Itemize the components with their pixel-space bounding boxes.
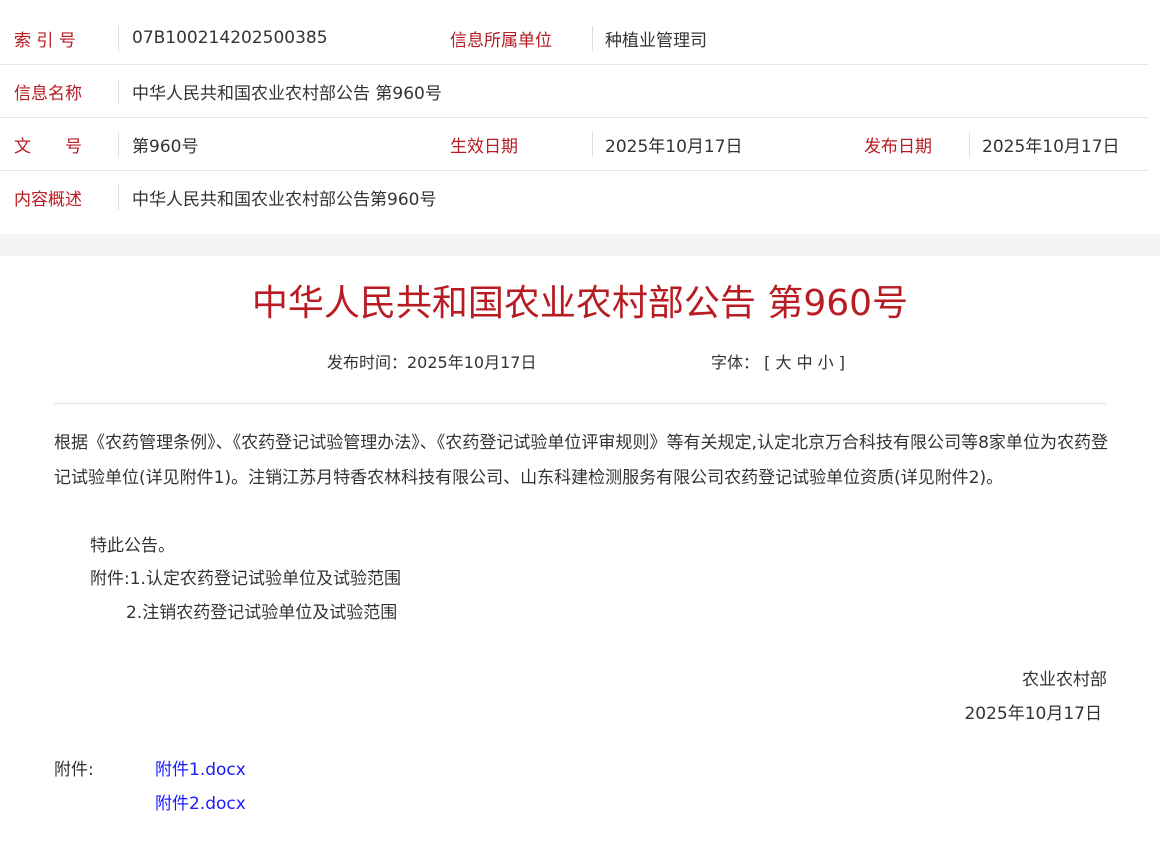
section-separator [0, 234, 1160, 256]
font-small-button[interactable]: 小 [818, 353, 834, 372]
divider [592, 132, 593, 157]
name-value: 中华人民共和国农业农村部公告 第960号 [132, 83, 442, 104]
signature-date: 2025年10月17日 [964, 704, 1102, 724]
content-divider [54, 403, 1106, 404]
index-label: 索 引 号 [14, 30, 76, 51]
divider [118, 185, 119, 210]
divider [592, 26, 593, 51]
special-notice: 特此公告。 [90, 536, 175, 556]
summary-label: 内容概述 [14, 189, 82, 210]
effective-value: 2025年10月17日 [605, 136, 743, 157]
attachment-list-line-1: 附件:1.认定农药登记试验单位及试验范围 [90, 569, 401, 589]
metadata-table: 索 引 号 07B100214202500385 信息所属单位 种植业管理司 信… [0, 0, 1160, 234]
announcement-paragraph: 根据《农药管理条例》、《农药登记试验管理办法》、《农药登记试验单位评审规则》等有… [54, 433, 1108, 488]
unit-label: 信息所属单位 [450, 30, 552, 51]
meta-row-name: 信息名称 中华人民共和国农业农村部公告 第960号 [0, 65, 1148, 118]
unit-value: 种植业管理司 [605, 30, 707, 51]
bracket-open: [ [764, 353, 771, 372]
index-value: 07B100214202500385 [132, 28, 328, 48]
publish-time: 发布时间：2025年10月17日 [327, 353, 537, 372]
publish-value: 2025年10月17日 [982, 136, 1120, 157]
meta-row-summary: 内容概述 中华人民共和国农业农村部公告第960号 [0, 171, 1148, 223]
docno-value: 第960号 [132, 136, 199, 157]
divider [969, 132, 970, 157]
attachment-list-line-2: 2.注销农药登记试验单位及试验范围 [126, 603, 398, 623]
effective-label: 生效日期 [450, 136, 518, 157]
divider [118, 26, 119, 51]
font-medium-button[interactable]: 中 [797, 353, 813, 372]
attachment-link-1[interactable]: 附件1.docx [155, 755, 246, 785]
signature-org: 农业农村部 [1022, 670, 1107, 690]
article-title: 中华人民共和国农业农村部公告 第960号 [251, 283, 909, 324]
font-size-switcher: 字体： [ 大 中 小 ] [711, 350, 845, 376]
divider [118, 132, 119, 157]
meta-row-index: 索 引 号 07B100214202500385 信息所属单位 种植业管理司 [0, 12, 1148, 65]
font-size-label: 字体： [711, 353, 760, 372]
docno-label: 文 号 [14, 136, 82, 157]
attachment-link-2[interactable]: 附件2.docx [155, 789, 246, 819]
meta-row-docno: 文 号 第960号 生效日期 2025年10月17日 发布日期 2025年10月… [0, 118, 1148, 171]
attachments-label: 附件: [54, 760, 94, 780]
summary-value: 中华人民共和国农业农村部公告第960号 [132, 189, 437, 210]
font-large-button[interactable]: 大 [775, 353, 791, 372]
name-label: 信息名称 [14, 83, 82, 104]
publish-label: 发布日期 [864, 136, 932, 157]
bracket-close: ] [838, 353, 846, 372]
divider [118, 79, 119, 104]
